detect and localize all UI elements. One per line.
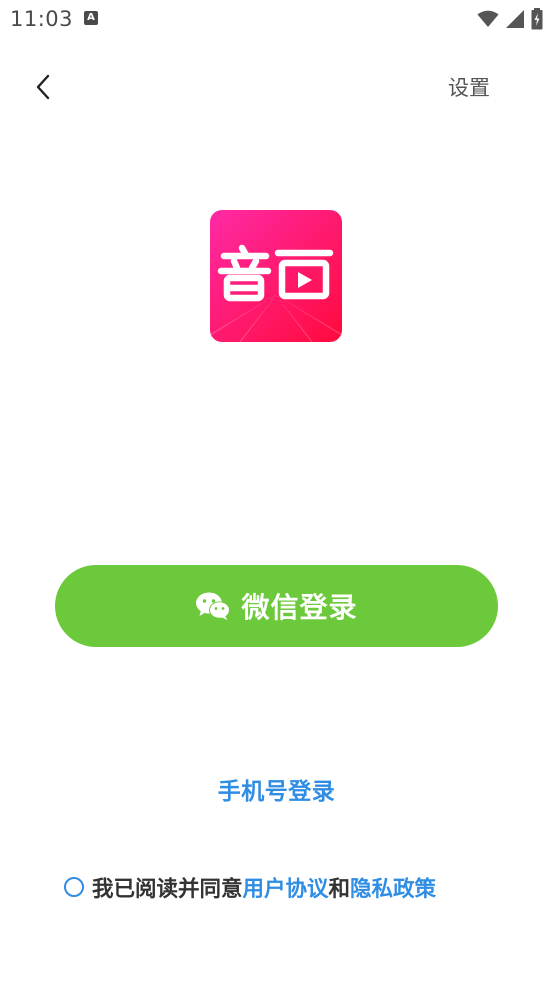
signal-icon bbox=[506, 10, 524, 28]
wechat-login-button[interactable]: 微信登录 bbox=[55, 565, 498, 647]
notification-icon: A bbox=[84, 11, 98, 25]
battery-icon bbox=[531, 8, 543, 30]
wechat-login-label: 微信登录 bbox=[241, 591, 358, 624]
wechat-icon bbox=[196, 592, 231, 620]
status-bar: 11:03 A bbox=[0, 0, 553, 38]
agree-checkbox[interactable] bbox=[64, 877, 84, 897]
wifi-icon bbox=[477, 10, 499, 27]
agreement-row: 我已阅读并同意 用户协议 和 隐私政策 bbox=[64, 872, 436, 902]
app-logo-graphic bbox=[210, 210, 342, 342]
chevron-left-icon bbox=[36, 74, 50, 100]
nav-bar: 设置 bbox=[0, 60, 553, 114]
agreement-prefix: 我已阅读并同意 bbox=[92, 876, 243, 902]
status-time: 11:03 bbox=[10, 7, 74, 31]
settings-link[interactable]: 设置 bbox=[448, 72, 490, 102]
agreement-conjunction: 和 bbox=[328, 876, 351, 902]
user-agreement-link[interactable]: 用户协议 bbox=[243, 872, 329, 903]
status-icons bbox=[477, 8, 543, 30]
privacy-policy-link[interactable]: 隐私政策 bbox=[350, 872, 436, 903]
phone-login-link[interactable]: 手机号登录 bbox=[0, 772, 553, 806]
app-logo: 音画 bbox=[210, 210, 342, 342]
back-button[interactable] bbox=[26, 68, 60, 106]
